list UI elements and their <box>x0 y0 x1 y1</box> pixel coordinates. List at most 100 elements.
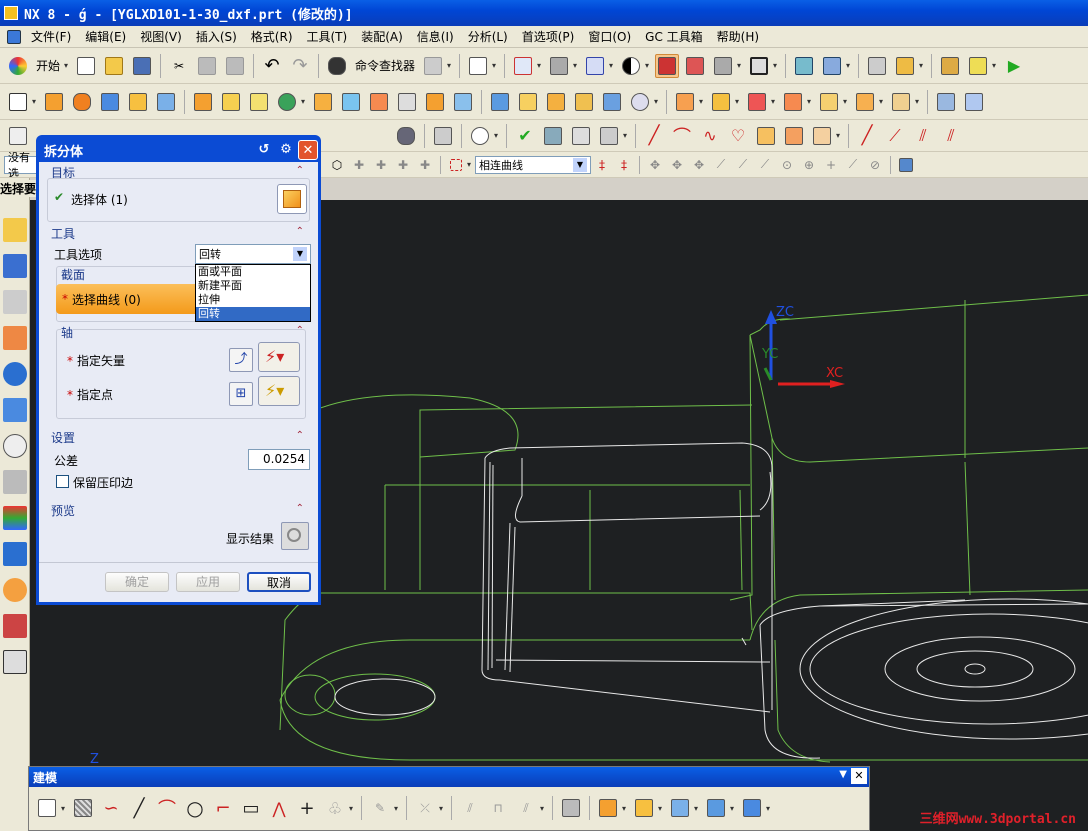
edit-object-icon[interactable] <box>938 54 962 78</box>
menu-assembly[interactable]: 装配(A) <box>354 28 410 45</box>
profile-icon[interactable]: ∽ <box>99 796 123 820</box>
draft-icon[interactable] <box>572 90 596 114</box>
information-icon[interactable] <box>466 54 490 78</box>
scale-body-icon[interactable] <box>423 90 447 114</box>
hidden-edge-icon[interactable] <box>711 54 735 78</box>
apply-button[interactable]: 应用 <box>176 572 240 592</box>
section-header[interactable]: 截面 <box>61 266 85 283</box>
pad-icon[interactable] <box>632 796 656 820</box>
collapse-chevron-icon[interactable]: ⌃ <box>296 430 304 441</box>
snap-4-icon[interactable]: ✚ <box>416 156 434 174</box>
sew-icon[interactable] <box>745 90 769 114</box>
chevron-down-icon[interactable]: ▼ <box>839 769 847 780</box>
fillet-icon[interactable]: ⌐ <box>211 796 235 820</box>
orient-cube-icon[interactable] <box>583 54 607 78</box>
reuse-library-icon[interactable] <box>3 326 27 350</box>
snap-point-7-icon[interactable]: ⊙ <box>778 156 796 174</box>
option-new-plane[interactable]: 新建平面 <box>196 279 310 293</box>
clock-icon[interactable] <box>3 434 27 458</box>
face-blend-icon[interactable] <box>544 90 568 114</box>
play-icon[interactable]: ▶ <box>1002 54 1026 78</box>
no-selection-icon[interactable] <box>468 124 492 148</box>
snap-point-5-icon[interactable]: ⟋ <box>734 156 752 174</box>
surface-icon[interactable] <box>934 90 958 114</box>
spring-icon[interactable] <box>431 124 455 148</box>
snap-point-9-icon[interactable]: + <box>822 156 840 174</box>
follow-fillet-icon[interactable]: ‡ <box>615 156 633 174</box>
option-face-or-plane[interactable]: 面或平面 <box>196 265 310 279</box>
menu-gc-toolkits[interactable]: GC 工具箱 <box>638 28 710 45</box>
paste-icon[interactable] <box>223 54 247 78</box>
menu-information[interactable]: 信息(I) <box>410 28 461 45</box>
point-icon[interactable]: + <box>295 796 319 820</box>
redo-icon[interactable]: ↷ <box>288 54 312 78</box>
snap-point-2-icon[interactable]: ✥ <box>668 156 686 174</box>
tool-option-select[interactable]: 回转 ▼ <box>195 244 311 264</box>
new-file-icon[interactable] <box>74 54 98 78</box>
snap-point-6-icon[interactable]: ⟋ <box>756 156 774 174</box>
freeform-icon[interactable] <box>889 90 913 114</box>
close-icon[interactable]: ✕ <box>851 768 867 784</box>
snap-point-3-icon[interactable]: ✥ <box>690 156 708 174</box>
block-icon[interactable] <box>668 796 692 820</box>
circle-icon[interactable]: ○ <box>183 796 207 820</box>
select-curve-row[interactable]: * 选择曲线 (0) <box>56 284 206 314</box>
layer-settings-icon[interactable] <box>865 54 889 78</box>
assembly-navigator-icon[interactable] <box>3 218 27 242</box>
project-curve-icon[interactable] <box>782 124 806 148</box>
cylinder-body-icon[interactable] <box>740 796 764 820</box>
datum-plane-icon[interactable] <box>219 90 243 114</box>
nx-menu-icon[interactable] <box>6 29 22 45</box>
arc-icon[interactable]: ⌒ <box>155 796 179 820</box>
trim-icon[interactable]: ✎ <box>368 796 392 820</box>
select-body-icon[interactable] <box>897 156 915 174</box>
binoculars-icon[interactable] <box>325 54 349 78</box>
offset-face-icon[interactable] <box>395 90 419 114</box>
close-icon[interactable]: ✕ <box>298 140 318 160</box>
polyline-icon[interactable]: ⋀ <box>267 796 291 820</box>
heart-curve-icon[interactable]: ♡ <box>726 124 750 148</box>
menu-help[interactable]: 帮助(H) <box>710 28 766 45</box>
collapse-chevron-icon[interactable]: ⌃ <box>296 165 304 176</box>
settings-group-header[interactable]: 设置 <box>51 429 75 446</box>
synchronous-icon[interactable] <box>853 90 877 114</box>
selection-bar-icon[interactable] <box>3 650 27 674</box>
menu-format[interactable]: 格式(R) <box>244 28 300 45</box>
unite-icon[interactable] <box>275 90 299 114</box>
trim-body-icon[interactable] <box>339 90 363 114</box>
system-scenes-icon[interactable] <box>3 614 27 638</box>
extrude-icon[interactable] <box>42 90 66 114</box>
gear-icon[interactable]: ⚙ <box>276 140 296 160</box>
select-cube-icon[interactable]: ⬡ <box>328 156 346 174</box>
boss-icon[interactable] <box>154 90 178 114</box>
menu-insert[interactable]: 插入(S) <box>189 28 244 45</box>
reset-icon[interactable]: ↺ <box>254 140 274 160</box>
sketch-icon[interactable] <box>6 90 30 114</box>
key-icon[interactable] <box>966 54 990 78</box>
move-layer-icon[interactable] <box>893 54 917 78</box>
menu-tools[interactable]: 工具(T) <box>300 28 355 45</box>
process-studio-icon[interactable] <box>3 470 27 494</box>
datum-csys-icon[interactable] <box>247 90 271 114</box>
pad-icon[interactable] <box>126 90 150 114</box>
extrude-icon[interactable] <box>596 796 620 820</box>
fit-view-icon[interactable] <box>511 54 535 78</box>
collapse-chevron-icon[interactable]: ⌃ <box>296 226 304 237</box>
shell-icon[interactable] <box>600 90 624 114</box>
undo-icon[interactable]: ↶ <box>260 54 284 78</box>
roles-icon[interactable] <box>3 578 27 602</box>
replace-face-icon[interactable] <box>817 90 841 114</box>
wcs-dynamic-icon[interactable] <box>792 54 816 78</box>
snap-3-icon[interactable]: ✚ <box>394 156 412 174</box>
offset-icon[interactable]: ♧ <box>323 796 347 820</box>
save-icon[interactable] <box>130 54 154 78</box>
sketch-settings-icon[interactable] <box>559 796 583 820</box>
collapse-chevron-icon[interactable]: ⌃ <box>296 325 304 336</box>
select-body-button[interactable] <box>277 184 307 214</box>
snap-point-11-icon[interactable]: ⊘ <box>866 156 884 174</box>
start-icon[interactable] <box>6 54 30 78</box>
web-browser-icon[interactable] <box>3 362 27 386</box>
split-body-icon[interactable] <box>367 90 391 114</box>
dimension-icon[interactable]: ⫽ <box>458 796 482 820</box>
roles-ruler-icon[interactable] <box>3 542 27 566</box>
